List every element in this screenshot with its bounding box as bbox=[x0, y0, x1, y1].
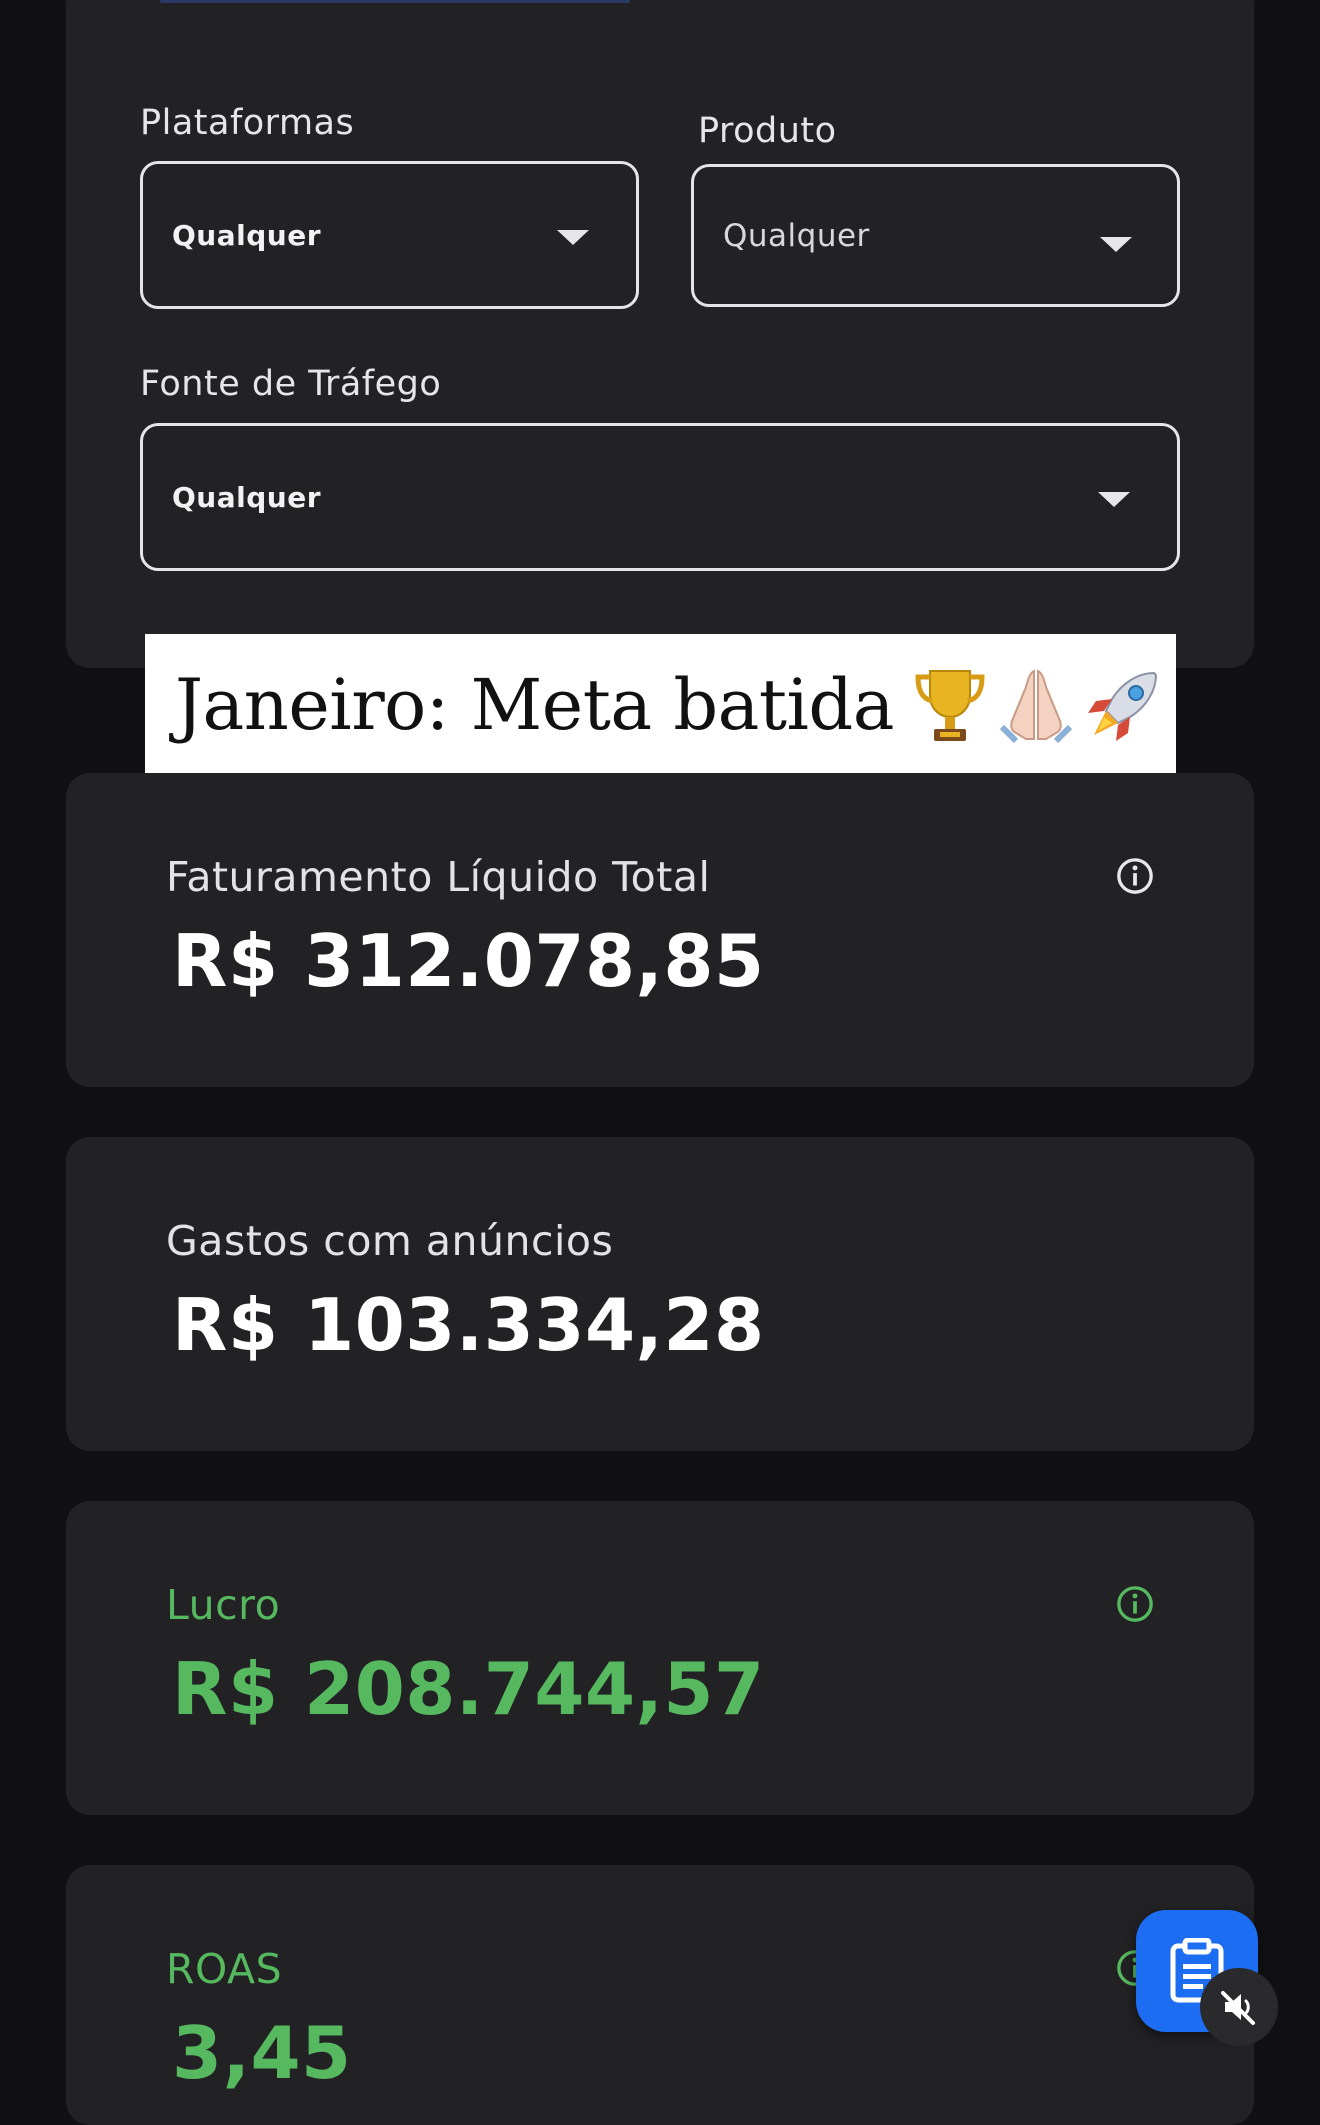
caption-text: Janeiro: Meta batida bbox=[175, 664, 894, 746]
platforms-label: Plataformas bbox=[140, 103, 355, 143]
rocket-icon bbox=[1087, 671, 1157, 741]
profit-label: Lucro bbox=[166, 1581, 281, 1629]
chevron-down-icon bbox=[1098, 492, 1130, 507]
product-select-value: Qualquer bbox=[723, 217, 870, 254]
revenue-value: R$ 312.078,85 bbox=[172, 919, 765, 1003]
chevron-down-icon bbox=[557, 230, 589, 245]
speaker-muted-icon bbox=[1221, 1991, 1255, 2025]
caption-overlay: Janeiro: Meta batida bbox=[145, 634, 1176, 776]
caption-emojis bbox=[912, 665, 1164, 745]
roas-value: 3,45 bbox=[172, 2011, 352, 2095]
ad-spend-label: Gastos com anúncios bbox=[166, 1217, 614, 1265]
trophy-icon bbox=[915, 670, 985, 741]
revenue-label: Faturamento Líquido Total bbox=[166, 853, 711, 901]
roas-label: ROAS bbox=[166, 1945, 283, 1993]
profit-value: R$ 208.744,57 bbox=[172, 1647, 765, 1731]
product-label: Produto bbox=[698, 111, 837, 151]
chevron-down-icon bbox=[1100, 237, 1132, 252]
praying-hands-icon bbox=[999, 669, 1073, 744]
ad-spend-value: R$ 103.334,28 bbox=[172, 1283, 765, 1367]
product-select[interactable]: Qualquer bbox=[691, 164, 1180, 307]
traffic-source-select[interactable]: Qualquer bbox=[140, 423, 1180, 571]
platforms-select[interactable]: Qualquer bbox=[140, 161, 639, 309]
info-icon[interactable] bbox=[1116, 857, 1154, 895]
info-icon[interactable] bbox=[1116, 1585, 1154, 1623]
roas-card: ROAS 3,45 bbox=[66, 1865, 1254, 2125]
tab-indicator bbox=[160, 0, 630, 3]
traffic-source-select-value: Qualquer bbox=[172, 480, 322, 514]
mute-button[interactable] bbox=[1200, 1968, 1278, 2046]
platforms-select-value: Qualquer bbox=[172, 218, 322, 252]
revenue-card: Faturamento Líquido Total R$ 312.078,85 bbox=[66, 773, 1254, 1087]
ad-spend-card: Gastos com anúncios R$ 103.334,28 bbox=[66, 1137, 1254, 1451]
traffic-source-label: Fonte de Tráfego bbox=[140, 364, 442, 404]
profit-card: Lucro R$ 208.744,57 bbox=[66, 1501, 1254, 1815]
